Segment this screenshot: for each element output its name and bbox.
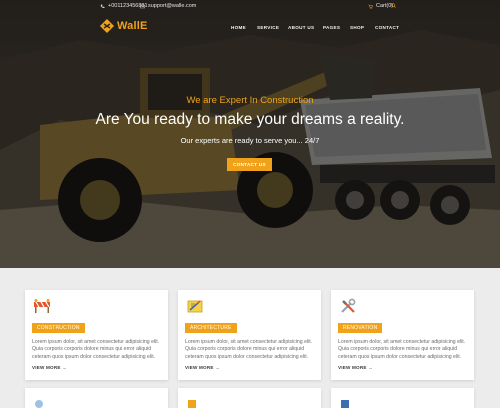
nav-pages[interactable]: PAGES — [323, 25, 340, 30]
service-icon — [341, 400, 349, 408]
search-icon — [391, 3, 396, 8]
card-description: Lorem ipsum dolor, sit amet consectetur … — [185, 339, 313, 360]
card-label: ARCHITECTURE — [185, 323, 237, 333]
search-button[interactable] — [391, 3, 396, 8]
tools-icon — [341, 298, 356, 313]
topbar-email[interactable]: support@walle.com — [140, 3, 196, 9]
hero-banner: +001123456881 support@walle.com Cart(0) … — [0, 0, 500, 268]
nav-home[interactable]: HOME — [231, 25, 246, 30]
cart-icon — [368, 4, 373, 9]
nav-service[interactable]: SERVICE — [257, 25, 279, 30]
hero-overlay — [0, 0, 500, 268]
service-card-partial[interactable] — [178, 388, 321, 408]
card-label: RENOVATION — [338, 323, 383, 333]
cart-link[interactable]: Cart(0) — [368, 3, 393, 9]
hero-title: Are You ready to make your dreams a real… — [95, 111, 405, 128]
service-card-partial[interactable] — [25, 388, 168, 408]
view-more-link[interactable]: VIEW MORE → — [32, 365, 67, 370]
arrow-right-icon: → — [368, 365, 373, 370]
view-more-label: VIEW MORE — [338, 365, 367, 370]
main-nav: HOME SERVICE ABOUT US PAGES SHOP CONTACT — [0, 25, 500, 35]
topbar: +001123456881 support@walle.com Cart(0) — [0, 0, 500, 14]
view-more-link[interactable]: VIEW MORE → — [338, 365, 373, 370]
service-icon — [188, 400, 196, 408]
hero-tagline: We are Expert In Construction — [186, 95, 314, 106]
card-label: CONSTRUCTION — [32, 323, 85, 333]
card-description: Lorem ipsum dolor, sit amet consectetur … — [32, 339, 160, 360]
arrow-right-icon: → — [215, 365, 220, 370]
email-address: support@walle.com — [148, 3, 197, 9]
service-card-construction[interactable]: CONSTRUCTION Lorem ipsum dolor, sit amet… — [25, 290, 168, 380]
service-card-partial[interactable] — [331, 388, 474, 408]
card-description: Lorem ipsum dolor, sit amet consectetur … — [338, 339, 466, 360]
arrow-right-icon: → — [62, 365, 67, 370]
nav-about-us[interactable]: ABOUT US — [288, 25, 314, 30]
service-card-renovation[interactable]: RENOVATION Lorem ipsum dolor, sit amet c… — [331, 290, 474, 380]
mail-icon — [140, 4, 145, 8]
view-more-link[interactable]: VIEW MORE → — [185, 365, 220, 370]
service-card-architecture[interactable]: ARCHITECTURE Lorem ipsum dolor, sit amet… — [178, 290, 321, 380]
hero-subtitle: Our experts are ready to serve you... 24… — [180, 136, 320, 145]
view-more-label: VIEW MORE — [32, 365, 61, 370]
construction-barrier-icon — [34, 299, 50, 313]
nav-contact[interactable]: CONTACT — [375, 25, 399, 30]
nav-shop[interactable]: SHOP — [350, 25, 364, 30]
phone-icon — [100, 4, 105, 8]
drafting-icon — [187, 300, 203, 313]
contact-us-button[interactable]: CONTACT US — [227, 158, 272, 171]
service-icon — [35, 400, 43, 408]
view-more-label: VIEW MORE — [185, 365, 214, 370]
